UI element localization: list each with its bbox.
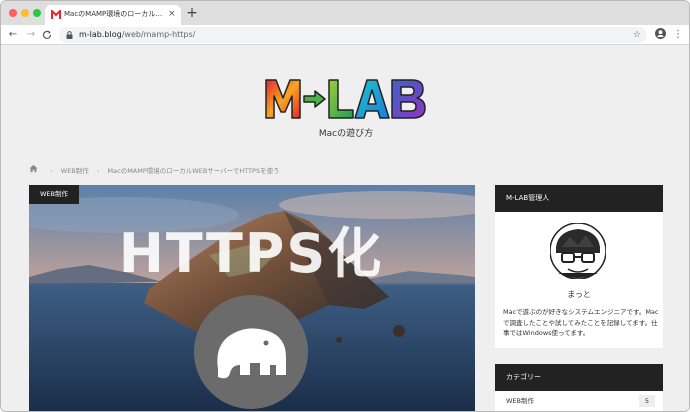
close-window-button[interactable] xyxy=(9,9,17,17)
url-path: /web/mamp-https/ xyxy=(121,30,196,39)
category-badge[interactable]: WEB制作 xyxy=(29,185,79,204)
author-name: まっと xyxy=(567,290,591,299)
category-widget: カテゴリー WEB制作 5 xyxy=(495,364,663,411)
forward-button[interactable]: → xyxy=(24,27,38,43)
bookmark-star-icon[interactable]: ☆ xyxy=(633,28,641,42)
tab-title: MacのMAMP環境のローカルWEBサーバーでHTTPSを使う xyxy=(64,10,164,18)
breadcrumb-separator: › xyxy=(50,167,53,175)
author-avatar xyxy=(550,223,606,279)
featured-image: WEB制作 HTTPS化 xyxy=(29,185,475,411)
browser-menu-icon[interactable]: ⋮ xyxy=(673,27,683,43)
browser-toolbar: ← → m-lab.blog/web/mamp-https/ ☆ ⋮ xyxy=(1,25,689,45)
profile-widget: M-LAB管理人 まっと Macで遊ぶのが好きなシステムエンジニアです。Macで… xyxy=(495,185,663,348)
category-item[interactable]: WEB制作 5 xyxy=(495,391,663,411)
breadcrumb-current: MacのMAMP環境のローカルWEBサーバーでHTTPSを使う xyxy=(107,167,280,175)
site-logo[interactable] xyxy=(263,74,431,124)
category-count: 5 xyxy=(639,395,655,407)
breadcrumb: › WEB制作 › MacのMAMP環境のローカルWEBサーバーでHTTPSを使… xyxy=(29,164,280,176)
tab-active[interactable]: MacのMAMP環境のローカルWEBサーバーでHTTPSを使う × xyxy=(45,5,181,25)
breadcrumb-separator: › xyxy=(96,167,100,175)
hero-title: HTTPS化 xyxy=(118,222,384,285)
address-bar[interactable]: m-lab.blog/web/mamp-https/ ☆ xyxy=(59,27,647,43)
lock-icon xyxy=(66,31,73,39)
url-host: m-lab.blog xyxy=(79,30,122,39)
site-tagline: Macの遊び方 xyxy=(318,129,374,139)
url-text: m-lab.blog/web/mamp-https/ xyxy=(79,29,195,41)
page-content: Macの遊び方 › WEB制作 › MacのMAMP環境のローカルWEBサーバー… xyxy=(1,46,689,411)
account-icon[interactable] xyxy=(655,28,666,39)
zoom-window-button[interactable] xyxy=(33,9,41,17)
tab-close-icon[interactable]: × xyxy=(168,9,176,20)
new-tab-button[interactable]: + xyxy=(185,5,199,21)
breadcrumb-category-link[interactable]: WEB制作 xyxy=(61,165,89,177)
category-label[interactable]: WEB制作 xyxy=(506,396,534,406)
minimize-window-button[interactable] xyxy=(21,9,29,17)
home-icon[interactable] xyxy=(29,164,38,173)
m-lab-favicon-icon xyxy=(51,10,61,20)
profile-widget-heading: M-LAB管理人 xyxy=(495,185,663,212)
back-button[interactable]: ← xyxy=(6,27,20,43)
browser-window: MacのMAMP環境のローカルWEBサーバーでHTTPSを使う × + ← → … xyxy=(0,0,690,412)
category-widget-heading: カテゴリー xyxy=(495,364,663,391)
tab-strip: MacのMAMP環境のローカルWEBサーバーでHTTPSを使う × + xyxy=(1,1,689,25)
author-bio: Macで遊ぶのが好きなシステムエンジニアです。Macで調査したことや試してみたこ… xyxy=(503,308,659,337)
reload-icon[interactable] xyxy=(42,30,52,40)
mamp-elephant-icon xyxy=(194,295,308,409)
